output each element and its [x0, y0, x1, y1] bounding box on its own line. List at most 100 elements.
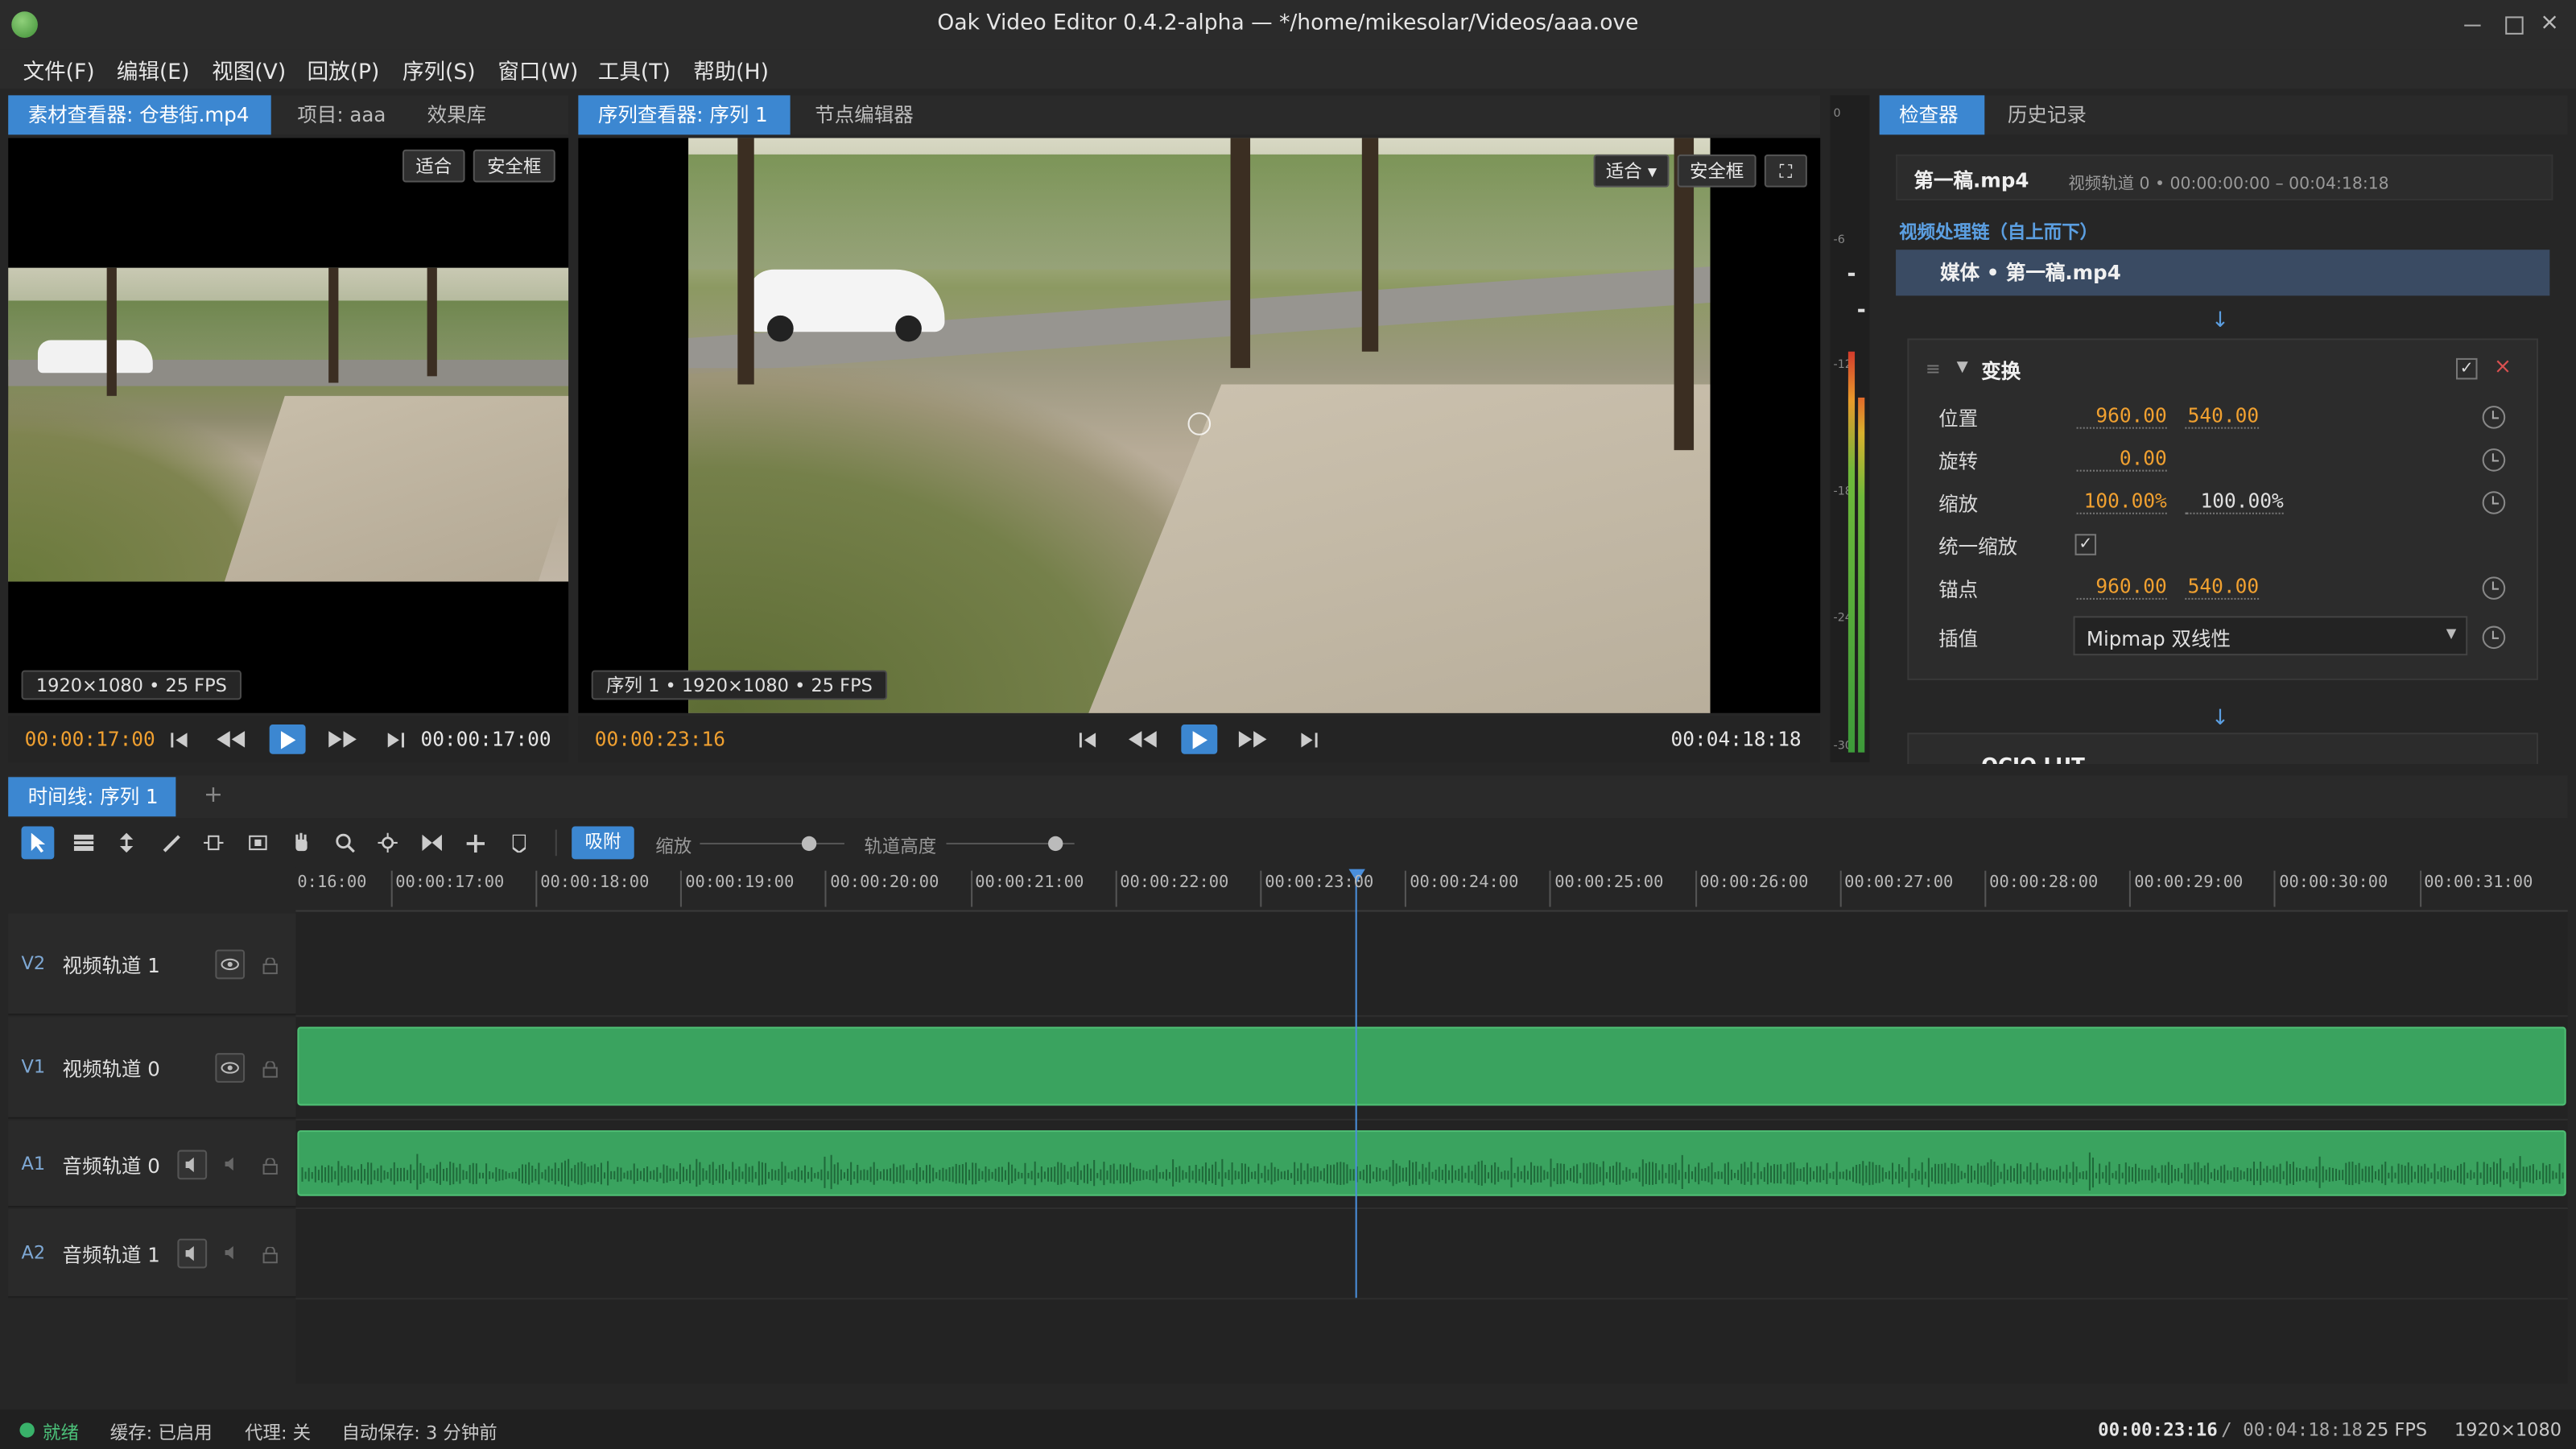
interpolation-dropdown[interactable]: Mipmap 双线性 ▼ [2073, 616, 2468, 656]
go-to-start-icon[interactable] [1070, 724, 1106, 754]
track-divider [295, 1298, 2568, 1300]
scale-y-field[interactable]: 100.00% [2185, 489, 2284, 514]
play-button[interactable] [1181, 724, 1218, 754]
safe-frame-button[interactable]: 安全框 [473, 149, 555, 183]
speaker-icon[interactable] [177, 1150, 208, 1180]
crosshair-icon[interactable] [1187, 412, 1212, 436]
audio-clip[interactable] [297, 1130, 2566, 1196]
slip-tool-icon[interactable] [197, 827, 230, 860]
ruler-label: 00:00:17:00 [395, 873, 505, 893]
ruler-label: 0:16:00 [297, 873, 367, 893]
go-to-end-icon[interactable] [1291, 724, 1327, 754]
status-resolution: 1920×1080 [2454, 1419, 2562, 1441]
collapse-arrow-icon[interactable]: ▼ [1957, 360, 1968, 376]
zoom-slider-handle[interactable] [801, 836, 817, 852]
status-ready: 就绪 [43, 1422, 79, 1444]
fit-dropdown-button[interactable]: 适合 ▾ [1593, 154, 1670, 188]
rotation-keyframe-icon[interactable] [2482, 448, 2506, 472]
ripple-tool-icon[interactable] [110, 827, 143, 860]
inspector-panel: 第一稿.mp4 视频轨道 0 • 00:00:00:00 – 00:04:18:… [1879, 138, 2568, 764]
transition-tool-icon[interactable] [371, 827, 404, 860]
tab-inspector[interactable]: 检查器 [1879, 95, 1985, 135]
scale-keyframe-icon[interactable] [2482, 491, 2506, 514]
menu-playback[interactable]: 回放(P) [308, 54, 380, 86]
go-to-end-icon[interactable] [378, 724, 414, 754]
uniform-scale-checkbox[interactable]: ✓ [2074, 534, 2097, 555]
zoom-slider[interactable] [700, 836, 844, 852]
hand-tool-icon[interactable] [284, 827, 317, 860]
interpolation-keyframe-icon[interactable] [2482, 625, 2506, 650]
rotation-field[interactable]: 0.00 [2076, 447, 2167, 472]
rewind-icon[interactable] [213, 724, 250, 754]
anchor-y-field[interactable]: 540.00 [2185, 575, 2260, 600]
close-icon[interactable]: × [2540, 10, 2559, 36]
sequence-info: 序列 1 • 1920×1080 • 25 FPS [591, 670, 888, 700]
pointer-tool-icon[interactable] [21, 826, 55, 860]
anchor-x-field[interactable]: 960.00 [2076, 575, 2167, 600]
drag-handle-icon[interactable]: ≡ [1926, 358, 1941, 380]
eye-icon[interactable] [215, 949, 246, 980]
position-y-field[interactable]: 540.00 [2185, 404, 2260, 429]
menu-tools[interactable]: 工具(T) [598, 54, 671, 86]
maximize-icon[interactable] [2505, 16, 2524, 35]
tab-footage-viewer[interactable]: 素材查看器: 仓巷街.mp4 [8, 95, 271, 135]
effect-enabled-checkbox[interactable]: ✓ [2455, 357, 2478, 380]
solo-icon[interactable] [224, 1244, 242, 1267]
menu-window[interactable]: 窗口(W) [497, 54, 578, 86]
track-select-tool-icon[interactable] [68, 827, 101, 860]
zoom-tool-icon[interactable] [328, 827, 361, 860]
lock-icon[interactable] [262, 1245, 278, 1264]
minimize-icon[interactable] [2464, 24, 2481, 27]
tab-node-editor[interactable]: 节点编辑器 [795, 95, 933, 134]
chain-arrow-icon: ↓ [2211, 308, 2230, 334]
slide-tool-icon[interactable] [242, 827, 275, 860]
go-to-start-icon[interactable] [161, 724, 197, 754]
fast-forward-icon[interactable] [325, 724, 361, 754]
lock-icon[interactable] [262, 1157, 278, 1175]
tab-project[interactable]: 项目: aaa [278, 95, 406, 134]
playhead-line[interactable] [1355, 875, 1357, 1298]
menu-sequence[interactable]: 序列(S) [402, 54, 476, 86]
track-id: V1 [21, 1056, 46, 1078]
rewind-icon[interactable] [1125, 724, 1162, 754]
fast-forward-icon[interactable] [1236, 724, 1272, 754]
meter-scale-0: 0 [1833, 106, 1841, 120]
title-bar: Oak Video Editor 0.4.2-alpha — */home/mi… [0, 0, 2576, 50]
position-keyframe-icon[interactable] [2482, 406, 2506, 429]
menu-file[interactable]: 文件(F) [23, 54, 95, 86]
solo-icon[interactable] [224, 1155, 242, 1179]
scale-x-field[interactable]: 100.00% [2076, 489, 2167, 514]
tab-history[interactable]: 历史记录 [1988, 95, 2106, 134]
lock-icon[interactable] [262, 1059, 278, 1078]
tab-effects-library[interactable]: 效果库 [407, 95, 506, 134]
media-chain-item[interactable]: 媒体 • 第一稿.mp4 [1896, 250, 2550, 296]
track-name: 音频轨道 1 [62, 1243, 160, 1267]
track-divider [295, 1207, 2568, 1210]
track-height-slider[interactable] [946, 836, 1075, 852]
speaker-icon[interactable] [177, 1238, 208, 1269]
footage-current-timecode: 00:00:17:00 [24, 728, 155, 751]
ruler-tick [1405, 870, 1407, 907]
eye-icon[interactable] [215, 1053, 246, 1083]
anchor-keyframe-icon[interactable] [2482, 576, 2506, 600]
bridge-tool-icon[interactable] [415, 827, 448, 860]
safe-frame-button[interactable]: 安全框 [1677, 154, 1757, 188]
lock-icon[interactable] [262, 956, 278, 975]
add-tool-icon[interactable] [458, 827, 491, 860]
menu-help[interactable]: 帮助(H) [693, 54, 769, 86]
fit-button[interactable]: 适合 [402, 149, 465, 183]
razor-tool-icon[interactable] [155, 827, 188, 860]
video-clip[interactable] [297, 1026, 2566, 1106]
fullscreen-icon[interactable]: ⛶ [1764, 154, 1807, 188]
menu-view[interactable]: 视图(V) [212, 54, 286, 86]
footage-transport: 00:00:17:00 00:00:17:00 [8, 716, 569, 762]
tab-sequence-viewer[interactable]: 序列查看器: 序列 1 [578, 95, 791, 135]
position-x-field[interactable]: 960.00 [2076, 404, 2167, 429]
play-button[interactable] [269, 724, 306, 754]
marker-tool-icon[interactable] [502, 827, 535, 860]
menu-edit[interactable]: 编辑(E) [117, 54, 190, 86]
tab-timeline[interactable]: 时间线: 序列 1 [8, 777, 176, 817]
snap-toggle[interactable]: 吸附 [572, 826, 634, 860]
add-timeline-button[interactable]: + [204, 782, 223, 808]
remove-effect-icon[interactable]: × [2494, 355, 2512, 380]
